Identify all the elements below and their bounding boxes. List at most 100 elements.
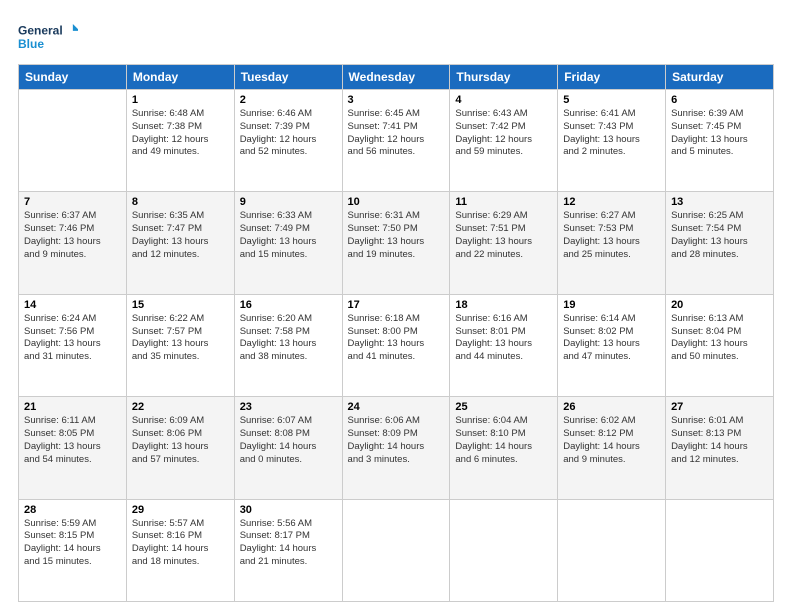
day-number: 16 bbox=[240, 299, 337, 311]
day-info: Sunrise: 6:11 AMSunset: 8:05 PMDaylight:… bbox=[24, 415, 121, 466]
calendar-cell: 1 Sunrise: 6:48 AMSunset: 7:38 PMDaylight… bbox=[126, 90, 234, 192]
day-info: Sunrise: 6:13 AMSunset: 8:04 PMDaylight:… bbox=[671, 313, 768, 364]
day-number: 30 bbox=[240, 504, 337, 516]
calendar-cell: 8 Sunrise: 6:35 AMSunset: 7:47 PMDaylight… bbox=[126, 192, 234, 294]
day-number: 20 bbox=[671, 299, 768, 311]
calendar-cell: 3Sunrise: 6:45 AMSunset: 7:41 PMDaylight… bbox=[342, 90, 450, 192]
day-info: Sunrise: 6:20 AMSunset: 7:58 PMDaylight:… bbox=[240, 313, 337, 364]
day-number: 19 bbox=[563, 299, 660, 311]
day-info: Sunrise: 6:02 AMSunset: 8:12 PMDaylight:… bbox=[563, 415, 660, 466]
day-number: 24 bbox=[348, 401, 445, 413]
calendar-week-3: 14 Sunrise: 6:24 AMSunset: 7:56 PMDayligh… bbox=[19, 294, 774, 396]
day-number: 2 bbox=[240, 94, 337, 106]
calendar-cell: 4Sunrise: 6:43 AMSunset: 7:42 PMDaylight… bbox=[450, 90, 558, 192]
day-info: Sunrise: 5:59 AMSunset: 8:15 PMDaylight:… bbox=[24, 518, 121, 569]
calendar-cell: 25Sunrise: 6:04 AMSunset: 8:10 PMDayligh… bbox=[450, 397, 558, 499]
calendar-table: SundayMondayTuesdayWednesdayThursdayFrid… bbox=[18, 64, 774, 602]
col-header-tuesday: Tuesday bbox=[234, 65, 342, 90]
day-info: Sunrise: 6:09 AMSunset: 8:06 PMDaylight:… bbox=[132, 415, 229, 466]
day-number: 15 bbox=[132, 299, 229, 311]
day-info: Sunrise: 6:35 AMSunset: 7:47 PMDaylight:… bbox=[132, 210, 229, 261]
page: General Blue SundayMondayTuesdayWednesda… bbox=[0, 0, 792, 612]
calendar-cell: 10 Sunrise: 6:31 AMSunset: 7:50 PMDayligh… bbox=[342, 192, 450, 294]
col-header-monday: Monday bbox=[126, 65, 234, 90]
calendar-week-4: 21 Sunrise: 6:11 AMSunset: 8:05 PMDayligh… bbox=[19, 397, 774, 499]
calendar-cell: 16 Sunrise: 6:20 AMSunset: 7:58 PMDayligh… bbox=[234, 294, 342, 396]
day-info: Sunrise: 6:18 AMSunset: 8:00 PMDaylight:… bbox=[348, 313, 445, 364]
calendar-week-5: 28Sunrise: 5:59 AMSunset: 8:15 PMDayligh… bbox=[19, 499, 774, 601]
day-info: Sunrise: 6:25 AMSunset: 7:54 PMDaylight:… bbox=[671, 210, 768, 261]
day-number: 18 bbox=[455, 299, 552, 311]
header: General Blue bbox=[18, 18, 774, 54]
day-number: 12 bbox=[563, 196, 660, 208]
calendar-cell: 21 Sunrise: 6:11 AMSunset: 8:05 PMDayligh… bbox=[19, 397, 127, 499]
calendar-cell: 19 Sunrise: 6:14 AMSunset: 8:02 PMDayligh… bbox=[558, 294, 666, 396]
day-number: 1 bbox=[132, 94, 229, 106]
day-number: 13 bbox=[671, 196, 768, 208]
day-info: Sunrise: 5:57 AMSunset: 8:16 PMDaylight:… bbox=[132, 518, 229, 569]
day-number: 22 bbox=[132, 401, 229, 413]
day-info: Sunrise: 6:01 AMSunset: 8:13 PMDaylight:… bbox=[671, 415, 768, 466]
day-number: 5 bbox=[563, 94, 660, 106]
day-info: Sunrise: 6:46 AMSunset: 7:39 PMDaylight:… bbox=[240, 108, 337, 159]
svg-text:Blue: Blue bbox=[18, 37, 44, 51]
calendar-cell: 9 Sunrise: 6:33 AMSunset: 7:49 PMDaylight… bbox=[234, 192, 342, 294]
day-number: 6 bbox=[671, 94, 768, 106]
day-info: Sunrise: 6:48 AMSunset: 7:38 PMDaylight:… bbox=[132, 108, 229, 159]
calendar-cell bbox=[19, 90, 127, 192]
day-info: Sunrise: 6:29 AMSunset: 7:51 PMDaylight:… bbox=[455, 210, 552, 261]
col-header-sunday: Sunday bbox=[19, 65, 127, 90]
calendar-cell: 17 Sunrise: 6:18 AMSunset: 8:00 PMDayligh… bbox=[342, 294, 450, 396]
day-number: 25 bbox=[455, 401, 552, 413]
day-info: Sunrise: 6:14 AMSunset: 8:02 PMDaylight:… bbox=[563, 313, 660, 364]
day-info: Sunrise: 6:41 AMSunset: 7:43 PMDaylight:… bbox=[563, 108, 660, 159]
day-info: Sunrise: 6:33 AMSunset: 7:49 PMDaylight:… bbox=[240, 210, 337, 261]
col-header-thursday: Thursday bbox=[450, 65, 558, 90]
calendar-cell: 20 Sunrise: 6:13 AMSunset: 8:04 PMDayligh… bbox=[666, 294, 774, 396]
calendar-cell: 15 Sunrise: 6:22 AMSunset: 7:57 PMDayligh… bbox=[126, 294, 234, 396]
day-number: 4 bbox=[455, 94, 552, 106]
day-info: Sunrise: 6:45 AMSunset: 7:41 PMDaylight:… bbox=[348, 108, 445, 159]
calendar-cell: 27Sunrise: 6:01 AMSunset: 8:13 PMDayligh… bbox=[666, 397, 774, 499]
calendar-cell bbox=[342, 499, 450, 601]
day-info: Sunrise: 6:07 AMSunset: 8:08 PMDaylight:… bbox=[240, 415, 337, 466]
calendar-cell: 6 Sunrise: 6:39 AMSunset: 7:45 PMDaylight… bbox=[666, 90, 774, 192]
day-number: 17 bbox=[348, 299, 445, 311]
day-number: 10 bbox=[348, 196, 445, 208]
col-header-wednesday: Wednesday bbox=[342, 65, 450, 90]
calendar-cell: 2 Sunrise: 6:46 AMSunset: 7:39 PMDaylight… bbox=[234, 90, 342, 192]
header-row: SundayMondayTuesdayWednesdayThursdayFrid… bbox=[19, 65, 774, 90]
calendar-cell: 12 Sunrise: 6:27 AMSunset: 7:53 PMDayligh… bbox=[558, 192, 666, 294]
day-info: Sunrise: 6:16 AMSunset: 8:01 PMDaylight:… bbox=[455, 313, 552, 364]
calendar-cell bbox=[558, 499, 666, 601]
day-info: Sunrise: 6:37 AMSunset: 7:46 PMDaylight:… bbox=[24, 210, 121, 261]
svg-text:General: General bbox=[18, 23, 63, 37]
calendar-week-2: 7 Sunrise: 6:37 AMSunset: 7:46 PMDaylight… bbox=[19, 192, 774, 294]
day-number: 9 bbox=[240, 196, 337, 208]
day-info: Sunrise: 6:06 AMSunset: 8:09 PMDaylight:… bbox=[348, 415, 445, 466]
day-info: Sunrise: 6:31 AMSunset: 7:50 PMDaylight:… bbox=[348, 210, 445, 261]
col-header-saturday: Saturday bbox=[666, 65, 774, 90]
logo-svg: General Blue bbox=[18, 18, 78, 54]
col-header-friday: Friday bbox=[558, 65, 666, 90]
calendar-week-1: 1 Sunrise: 6:48 AMSunset: 7:38 PMDaylight… bbox=[19, 90, 774, 192]
day-number: 14 bbox=[24, 299, 121, 311]
calendar-cell: 5 Sunrise: 6:41 AMSunset: 7:43 PMDaylight… bbox=[558, 90, 666, 192]
calendar-cell: 22 Sunrise: 6:09 AMSunset: 8:06 PMDayligh… bbox=[126, 397, 234, 499]
day-number: 8 bbox=[132, 196, 229, 208]
day-number: 7 bbox=[24, 196, 121, 208]
calendar-cell: 30Sunrise: 5:56 AMSunset: 8:17 PMDayligh… bbox=[234, 499, 342, 601]
day-info: Sunrise: 6:27 AMSunset: 7:53 PMDaylight:… bbox=[563, 210, 660, 261]
calendar-cell bbox=[666, 499, 774, 601]
calendar-cell: 13 Sunrise: 6:25 AMSunset: 7:54 PMDayligh… bbox=[666, 192, 774, 294]
day-info: Sunrise: 6:39 AMSunset: 7:45 PMDaylight:… bbox=[671, 108, 768, 159]
day-info: Sunrise: 6:24 AMSunset: 7:56 PMDaylight:… bbox=[24, 313, 121, 364]
calendar-cell bbox=[450, 499, 558, 601]
calendar-cell: 11Sunrise: 6:29 AMSunset: 7:51 PMDayligh… bbox=[450, 192, 558, 294]
day-info: Sunrise: 6:22 AMSunset: 7:57 PMDaylight:… bbox=[132, 313, 229, 364]
calendar-cell: 26Sunrise: 6:02 AMSunset: 8:12 PMDayligh… bbox=[558, 397, 666, 499]
calendar-cell: 23Sunrise: 6:07 AMSunset: 8:08 PMDayligh… bbox=[234, 397, 342, 499]
calendar-cell: 7 Sunrise: 6:37 AMSunset: 7:46 PMDaylight… bbox=[19, 192, 127, 294]
day-number: 21 bbox=[24, 401, 121, 413]
calendar-cell: 29Sunrise: 5:57 AMSunset: 8:16 PMDayligh… bbox=[126, 499, 234, 601]
